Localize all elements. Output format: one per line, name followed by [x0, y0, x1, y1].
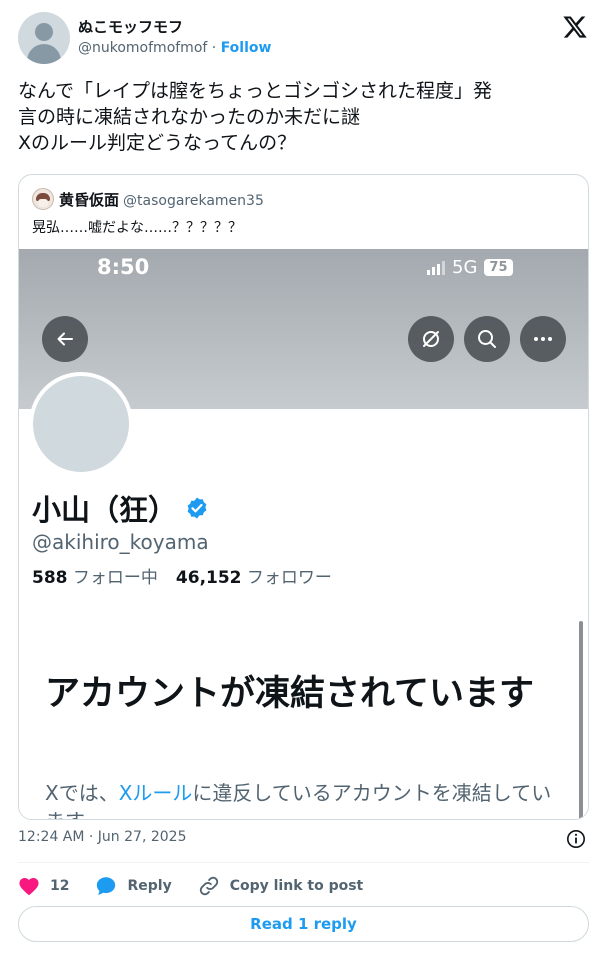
post-actions: 12 Reply Copy link to post: [18, 873, 389, 899]
scrollbar-thumb: [579, 621, 583, 819]
search-icon: [464, 316, 510, 362]
author-handle[interactable]: @nukomofmofmof: [78, 40, 207, 56]
suspended-body-prefix: Xでは、: [45, 781, 119, 805]
post-text-line: なんで「レイプは膣をちょっとゴシゴシされた程度」発: [18, 80, 493, 102]
x-rules-link: Xルール: [118, 781, 193, 805]
like-button[interactable]: 12: [18, 876, 69, 896]
copy-link-button[interactable]: Copy link to post: [198, 875, 364, 897]
status-bar-indicators: 5G 75: [427, 257, 513, 278]
reply-button[interactable]: Reply: [95, 875, 172, 897]
profile-name-row: 小山（狂）: [32, 487, 209, 529]
profile-name: 小山（狂）: [32, 493, 178, 527]
profile-avatar: [29, 372, 133, 476]
copy-link-label: Copy link to post: [229, 878, 364, 894]
followers-label: フォロワー: [241, 568, 332, 588]
more-icon: [520, 316, 566, 362]
profile-follow-stats: 588 フォロー中 46,152 フォロワー: [32, 563, 332, 588]
quoted-author-display-name: 黄昏仮面: [59, 191, 120, 209]
author-avatar[interactable]: [18, 12, 70, 64]
post-text-line: 言の時に凍結されなかったのか未だに謎: [18, 106, 361, 128]
quoted-post-text: 晃弘……嘘だよな……？？？？？: [32, 220, 242, 236]
author-display-name[interactable]: ぬこモッフモフ: [78, 16, 183, 37]
read-replies-button[interactable]: Read 1 reply: [18, 906, 589, 942]
follow-link[interactable]: Follow: [221, 40, 272, 56]
verified-badge-icon: [187, 497, 207, 519]
info-icon[interactable]: [566, 829, 586, 849]
network-type: 5G: [452, 257, 478, 278]
quoted-author-row: 黄昏仮面 @tasogarekamen35: [59, 189, 264, 210]
avatar-face-shape: [38, 199, 48, 207]
suspended-title: アカウントが凍結されています: [45, 674, 534, 714]
followers-count: 46,152: [175, 568, 242, 588]
avatar-placeholder-body: [27, 44, 61, 64]
quoted-post-image[interactable]: 8:50 5G 75 小山（狂） @akihiro_koyama 588 フォロ…: [19, 249, 588, 819]
reply-label: Reply: [127, 878, 172, 894]
avatar-placeholder-head: [35, 23, 53, 41]
post-text: なんで「レイプは膣をちょっとゴシゴシされた程度」発 言の時に凍結されなかったのか…: [18, 78, 593, 156]
profile-handle: @akihiro_koyama: [32, 530, 209, 554]
status-bar-time: 8:50: [97, 255, 150, 279]
signal-bars-icon: [427, 260, 445, 275]
like-count: 12: [50, 878, 70, 894]
handle-separator: ·: [207, 40, 221, 56]
link-icon: [199, 876, 218, 896]
quoted-author-handle: @tasogarekamen35: [123, 193, 264, 209]
quoted-post[interactable]: 黄昏仮面 @tasogarekamen35 晃弘……嘘だよな……？？？？？ 8:5…: [18, 174, 589, 820]
post-timestamp[interactable]: 12:24 AM · Jun 27, 2025: [18, 829, 186, 845]
battery-level: 75: [484, 259, 513, 276]
following-count: 588: [32, 568, 68, 588]
x-logo-icon[interactable]: [562, 14, 588, 40]
footer-divider: [18, 862, 589, 863]
following-label: フォロー中: [67, 568, 158, 588]
suspended-body: Xでは、Xルールに違反しているアカウントを凍結しています。: [45, 779, 565, 819]
post-text-line: Xのルール判定どうなってんの？: [18, 132, 297, 154]
grok-icon: [408, 316, 454, 362]
heart-icon: [19, 878, 39, 896]
embedded-post-card: ぬこモッフモフ @nukomofmofmof · Follow なんで「レイプは…: [0, 0, 607, 960]
back-arrow-icon: [42, 316, 88, 362]
author-handle-row: @nukomofmofmof · Follow: [78, 40, 271, 56]
quoted-author-avatar: [32, 188, 54, 210]
reply-bubble-icon: [97, 877, 116, 896]
